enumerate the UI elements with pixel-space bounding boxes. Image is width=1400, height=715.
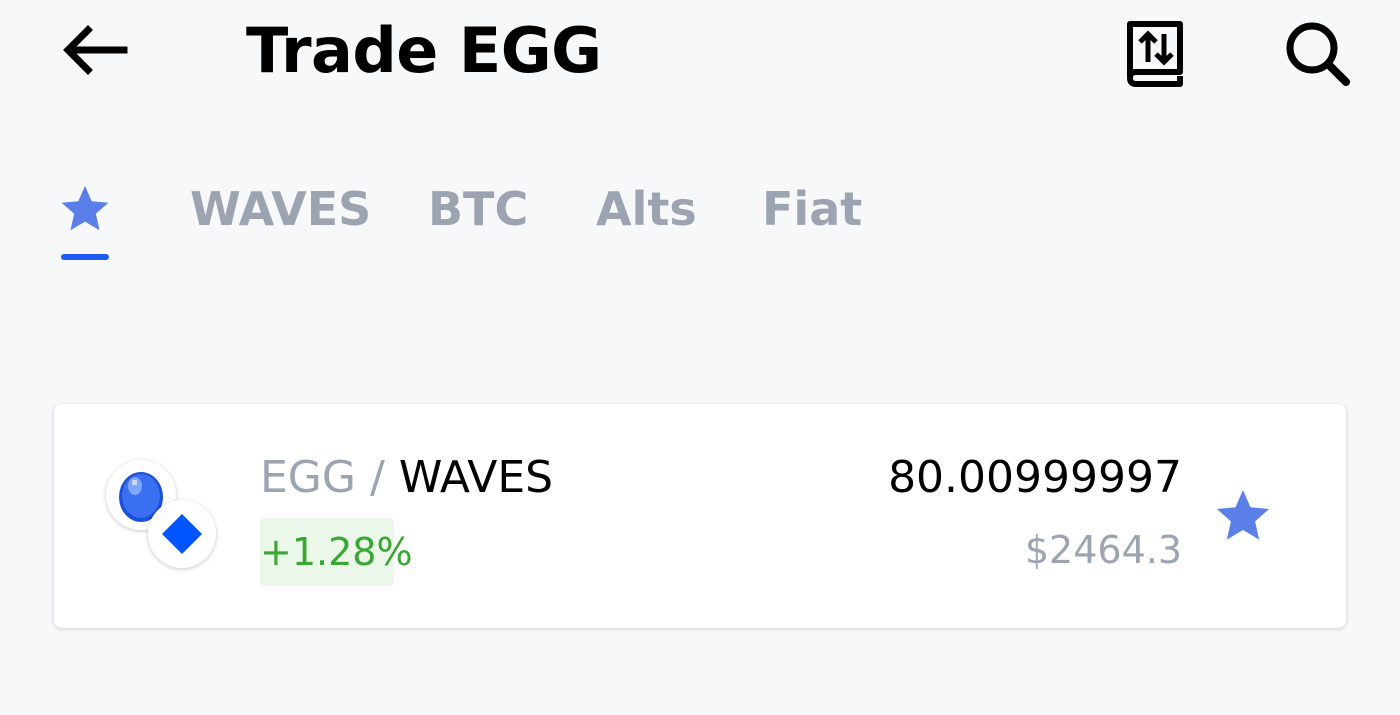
pair-separator: / (370, 452, 385, 503)
pair-base-asset: EGG (260, 452, 356, 503)
tab-fiat[interactable]: Fiat (762, 176, 862, 246)
pair-name: EGG / WAVES (260, 452, 553, 503)
usd-price: $2464.3 (1024, 528, 1182, 572)
back-button[interactable] (60, 22, 132, 78)
arrow-left-icon (63, 25, 128, 75)
waves-asset-icon (148, 500, 216, 568)
waves-diamond-icon (162, 514, 202, 554)
market-tabs: WAVES BTC Alts Fiat (0, 176, 1400, 266)
trade-history-icon (1127, 21, 1183, 87)
app-header: Trade EGG (0, 0, 1400, 110)
page-title: Trade EGG (246, 14, 602, 87)
search-icon (1286, 22, 1350, 86)
search-button[interactable] (1280, 18, 1354, 88)
price-change-badge: +1.28% (260, 518, 413, 586)
tab-alts[interactable]: Alts (596, 176, 697, 246)
last-price: 80.00999997 (888, 452, 1182, 503)
trade-history-button[interactable] (1118, 14, 1190, 88)
tab-btc[interactable]: BTC (428, 176, 528, 246)
favorite-toggle[interactable] (1214, 488, 1272, 546)
pair-quote-asset: WAVES (398, 452, 554, 503)
star-icon (1216, 490, 1270, 540)
tab-waves[interactable]: WAVES (190, 176, 371, 246)
tab-favorites[interactable] (58, 176, 112, 246)
pair-row-egg-waves[interactable]: EGG / WAVES +1.28% 80.00999997 $2464.3 (54, 404, 1346, 628)
active-tab-indicator (61, 254, 109, 260)
star-icon (61, 185, 109, 231)
